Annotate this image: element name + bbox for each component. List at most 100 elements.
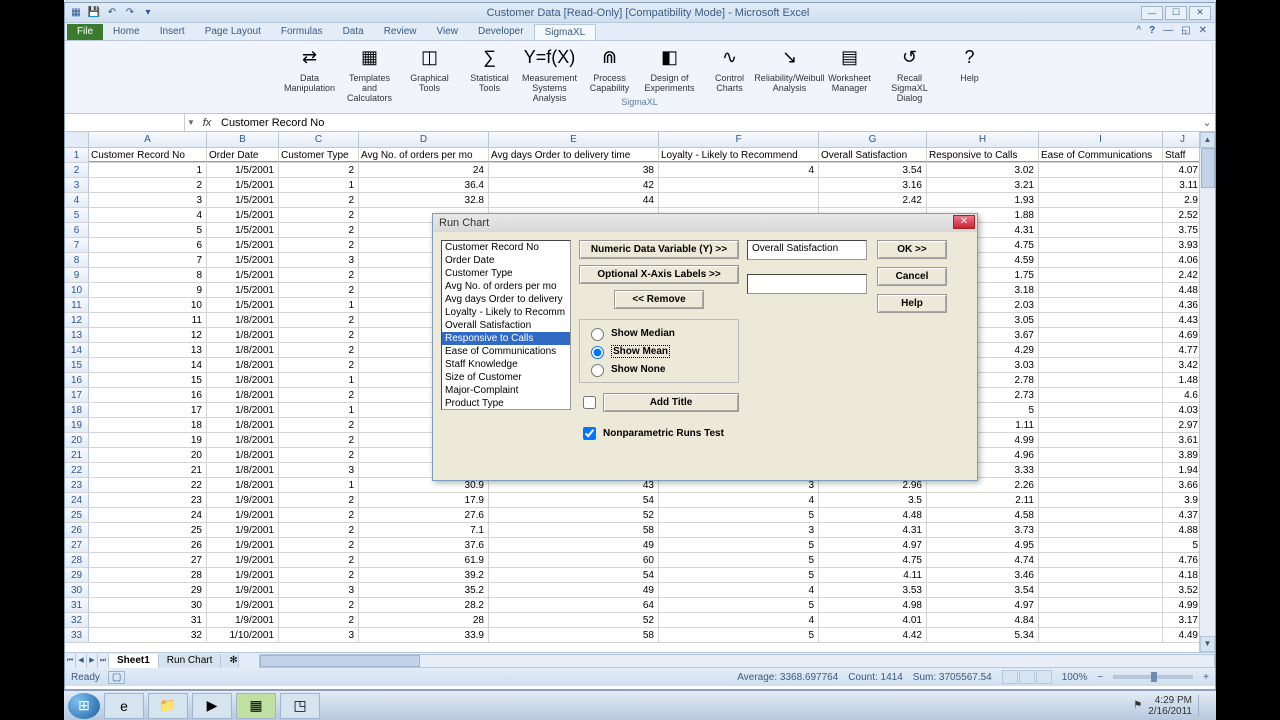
tab-developer[interactable]: Developer: [468, 24, 534, 40]
cell[interactable]: 2: [279, 358, 359, 372]
ribbon-process[interactable]: ⋒ProcessCapability: [582, 43, 638, 93]
sheet-nav-prev-icon[interactable]: ◀: [76, 654, 87, 668]
scroll-down-icon[interactable]: ▼: [1200, 636, 1215, 652]
cell[interactable]: 2: [279, 613, 359, 627]
cell[interactable]: [1039, 388, 1163, 402]
cell[interactable]: 3: [279, 583, 359, 597]
cell[interactable]: 1/8/2001: [207, 448, 279, 462]
scroll-up-icon[interactable]: ▲: [1200, 132, 1215, 148]
doc-minimize-icon[interactable]: —: [1163, 25, 1173, 36]
cell[interactable]: 3.89: [1163, 448, 1203, 462]
row-header[interactable]: 15: [65, 358, 89, 372]
col-header-A[interactable]: A: [89, 132, 207, 147]
cell[interactable]: 4.18: [1163, 568, 1203, 582]
row-header[interactable]: 6: [65, 223, 89, 237]
cell[interactable]: 17: [89, 403, 207, 417]
task-excel-icon[interactable]: ▦: [236, 693, 276, 719]
cell[interactable]: 2: [279, 538, 359, 552]
cell[interactable]: 2: [279, 268, 359, 282]
cell[interactable]: 5: [659, 628, 819, 642]
cell[interactable]: 4.99: [1163, 598, 1203, 612]
close-button[interactable]: ✕: [1189, 6, 1211, 20]
runs-test-row[interactable]: Nonparametric Runs Test: [579, 424, 739, 443]
row-header[interactable]: 16: [65, 373, 89, 387]
row-header[interactable]: 4: [65, 193, 89, 207]
cell[interactable]: 1.93: [927, 193, 1039, 207]
sheet-nav-last-icon[interactable]: ⏭: [98, 654, 109, 668]
selected-y-variable[interactable]: Overall Satisfaction: [747, 240, 867, 260]
cell[interactable]: 4.48: [1163, 283, 1203, 297]
name-box-dropdown-icon[interactable]: ▼: [185, 118, 197, 127]
ok-button[interactable]: OK >>: [877, 240, 947, 259]
cancel-button[interactable]: Cancel: [877, 267, 947, 286]
cell[interactable]: 29: [89, 583, 207, 597]
vertical-scrollbar[interactable]: ▲ ▼: [1199, 132, 1215, 652]
cell[interactable]: 4.6: [1163, 388, 1203, 402]
cell[interactable]: 14: [89, 358, 207, 372]
cell[interactable]: 1/8/2001: [207, 478, 279, 492]
cell[interactable]: [1039, 553, 1163, 567]
cell[interactable]: 2.11: [927, 493, 1039, 507]
row-header[interactable]: 12: [65, 313, 89, 327]
cell[interactable]: 2: [279, 223, 359, 237]
help-button[interactable]: Help: [877, 294, 947, 313]
row-header[interactable]: 26: [65, 523, 89, 537]
row-header[interactable]: 18: [65, 403, 89, 417]
row-header[interactable]: 14: [65, 343, 89, 357]
listbox-item[interactable]: Avg days Order to delivery: [442, 293, 570, 306]
radio-median-input[interactable]: [591, 328, 604, 341]
cell[interactable]: 9: [89, 283, 207, 297]
row-header[interactable]: 25: [65, 508, 89, 522]
cell[interactable]: 58: [489, 523, 659, 537]
maximize-button[interactable]: ☐: [1165, 6, 1187, 20]
cell[interactable]: 3.53: [819, 583, 927, 597]
selected-x-labels[interactable]: [747, 274, 867, 294]
cell[interactable]: 1: [279, 178, 359, 192]
view-break-icon[interactable]: [1036, 670, 1052, 684]
cell[interactable]: 4.01: [819, 613, 927, 627]
cell[interactable]: 28: [359, 613, 489, 627]
cell[interactable]: 3: [659, 523, 819, 537]
minimize-ribbon-icon[interactable]: ^: [1136, 25, 1141, 36]
cell[interactable]: 4.75: [819, 553, 927, 567]
dialog-close-button[interactable]: ✕: [953, 215, 975, 229]
cell[interactable]: Loyalty - Likely to Recommend: [659, 148, 819, 162]
dialog-titlebar[interactable]: Run Chart ✕: [433, 214, 977, 232]
sheet-nav-next-icon[interactable]: ▶: [87, 654, 98, 668]
row-header[interactable]: 2: [65, 163, 89, 177]
cell[interactable]: 4.37: [1163, 508, 1203, 522]
row-header[interactable]: 23: [65, 478, 89, 492]
cell[interactable]: 1/8/2001: [207, 328, 279, 342]
cell[interactable]: 26: [89, 538, 207, 552]
tab-page-layout[interactable]: Page Layout: [195, 24, 271, 40]
cell[interactable]: [1039, 583, 1163, 597]
cell[interactable]: [1039, 373, 1163, 387]
cell[interactable]: [1039, 478, 1163, 492]
cell[interactable]: 1/9/2001: [207, 508, 279, 522]
radio-mean-input[interactable]: [591, 346, 604, 359]
cell[interactable]: 4.07: [1163, 163, 1203, 177]
hscroll-thumb[interactable]: [260, 655, 420, 667]
ribbon-measurement[interactable]: Y=f(X)MeasurementSystems Analysis: [522, 43, 578, 103]
cell[interactable]: 27: [89, 553, 207, 567]
cell[interactable]: 1/8/2001: [207, 373, 279, 387]
cell[interactable]: 2: [279, 343, 359, 357]
cell[interactable]: 3.21: [927, 178, 1039, 192]
cell[interactable]: [1039, 358, 1163, 372]
cell[interactable]: 7: [89, 253, 207, 267]
cell[interactable]: 3.02: [927, 163, 1039, 177]
row-header[interactable]: 22: [65, 463, 89, 477]
cell[interactable]: 2: [279, 598, 359, 612]
cell[interactable]: 1/8/2001: [207, 433, 279, 447]
cell[interactable]: 1/5/2001: [207, 163, 279, 177]
listbox-item[interactable]: Product Type: [442, 397, 570, 410]
col-header-C[interactable]: C: [279, 132, 359, 147]
cell[interactable]: 49: [489, 583, 659, 597]
save-icon[interactable]: 💾: [87, 6, 101, 20]
new-sheet-icon[interactable]: ✻: [221, 654, 239, 668]
cell[interactable]: 2: [279, 568, 359, 582]
listbox-item[interactable]: Order Date: [442, 254, 570, 267]
cell[interactable]: [1039, 523, 1163, 537]
cell[interactable]: [1039, 193, 1163, 207]
xaxis-labels-button[interactable]: Optional X-Axis Labels >>: [579, 265, 739, 284]
